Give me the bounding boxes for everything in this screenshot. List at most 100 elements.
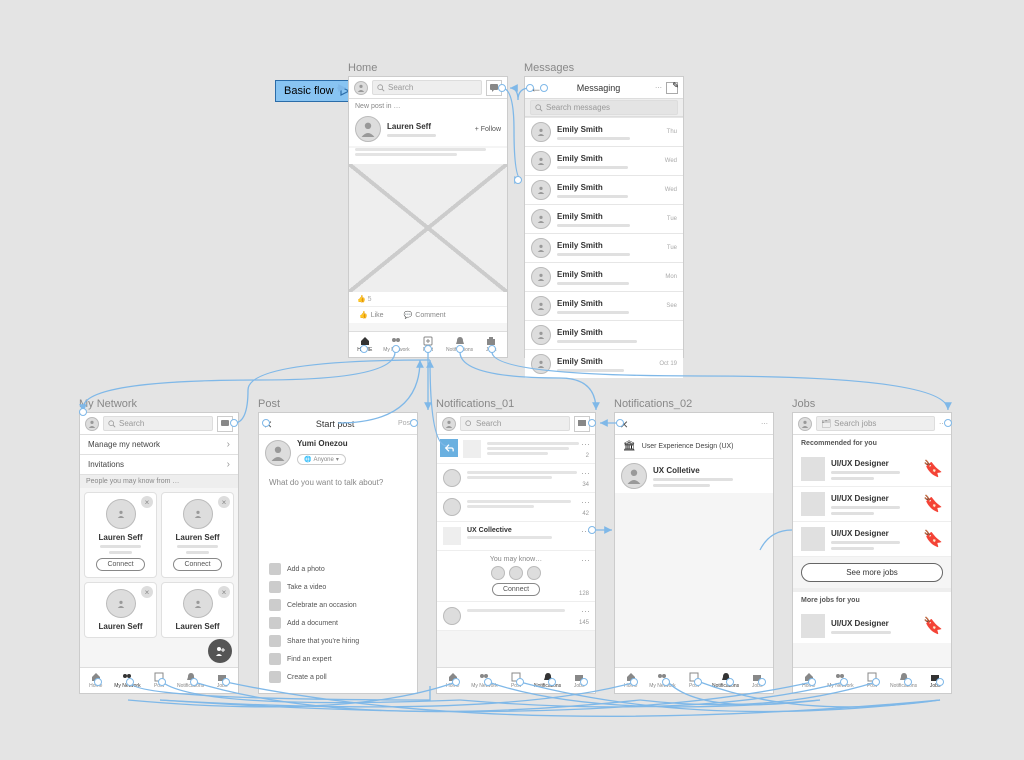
follow-button[interactable]: + Follow xyxy=(475,126,501,133)
job-row[interactable]: UI/UX Designer 🔖 xyxy=(793,609,951,643)
search-input[interactable]: Search xyxy=(372,80,482,95)
flow-node[interactable] xyxy=(588,526,596,534)
message-row[interactable]: Emily Smith xyxy=(525,320,683,349)
flow-node[interactable] xyxy=(262,419,270,427)
flow-node[interactable] xyxy=(944,419,952,427)
like-button[interactable]: 👍 Like xyxy=(359,311,384,319)
add-person-fab[interactable] xyxy=(208,639,232,663)
see-more-jobs-button[interactable]: See more jobs xyxy=(801,563,943,582)
message-row[interactable]: Emily SmithWed xyxy=(525,146,683,175)
flow-node[interactable] xyxy=(222,678,230,686)
person-card[interactable]: × Lauren Seff Connect xyxy=(161,492,234,578)
post-action-item[interactable]: Create a poll xyxy=(269,668,407,686)
flow-node[interactable] xyxy=(452,678,460,686)
flow-node[interactable] xyxy=(936,678,944,686)
search-input[interactable]: Search xyxy=(103,416,213,431)
back-highlight[interactable] xyxy=(440,439,458,457)
comment-button[interactable]: 💬 Comment xyxy=(404,311,446,319)
flow-node[interactable] xyxy=(392,345,400,353)
search-jobs-input[interactable]: 🗂 Search jobs xyxy=(816,416,935,431)
flow-node[interactable] xyxy=(904,678,912,686)
flow-node[interactable] xyxy=(360,345,368,353)
flow-node[interactable] xyxy=(726,678,734,686)
connect-button[interactable]: Connect xyxy=(492,583,540,596)
bookmark-icon[interactable]: 🔖 xyxy=(923,459,943,479)
flow-node[interactable] xyxy=(588,419,596,427)
post-action-item[interactable]: Celebrate an occasion xyxy=(269,596,407,614)
notification-row[interactable]: ⋯145 xyxy=(437,602,595,631)
person-card[interactable]: × Lauren Seff Connect xyxy=(84,492,157,578)
more-icon[interactable]: ⋯ xyxy=(761,420,768,428)
message-row[interactable]: Emily SmithWed xyxy=(525,175,683,204)
flow-node[interactable] xyxy=(808,678,816,686)
manage-network-row[interactable]: Manage my network› xyxy=(80,435,238,455)
flow-node[interactable] xyxy=(526,84,534,92)
message-row[interactable]: Emily SmithMon xyxy=(525,262,683,291)
compose-icon[interactable]: ✎ xyxy=(666,82,678,94)
flow-node[interactable] xyxy=(79,408,87,416)
flow-node[interactable] xyxy=(840,678,848,686)
flow-node[interactable] xyxy=(410,419,418,427)
source-row[interactable]: UX Colletive xyxy=(615,458,773,493)
dismiss-icon[interactable]: × xyxy=(141,496,153,508)
post-textarea[interactable]: What do you want to talk about? xyxy=(259,470,417,560)
post-action-item[interactable]: Find an expert xyxy=(269,650,407,668)
flow-node[interactable] xyxy=(94,678,102,686)
flow-node[interactable] xyxy=(548,678,556,686)
job-row[interactable]: UI/UX Designer 🔖 xyxy=(793,487,951,522)
dismiss-icon[interactable]: × xyxy=(218,586,230,598)
flow-node[interactable] xyxy=(230,419,238,427)
flow-node[interactable] xyxy=(424,345,432,353)
flow-node[interactable] xyxy=(498,84,506,92)
post-action-item[interactable]: Add a photo xyxy=(269,560,407,578)
person-card[interactable]: × Lauren Seff xyxy=(161,582,234,638)
message-row[interactable]: Emily SmithTue xyxy=(525,233,683,262)
message-row[interactable]: Emily SmithSee xyxy=(525,291,683,320)
notification-row[interactable]: UX Collective ⋯ xyxy=(437,522,595,551)
flow-node[interactable] xyxy=(580,678,588,686)
flow-node[interactable] xyxy=(126,678,134,686)
flow-node[interactable] xyxy=(616,419,624,427)
post-author-row[interactable]: Lauren Seff + Follow xyxy=(349,112,507,146)
job-row[interactable]: UI/UX Designer 🔖 xyxy=(793,452,951,487)
bookmark-icon[interactable]: 🔖 xyxy=(923,616,943,636)
message-row[interactable]: Emily SmithOct 19 xyxy=(525,349,683,378)
more-icon[interactable]: ⋯ xyxy=(655,84,662,92)
bookmark-icon[interactable]: 🔖 xyxy=(923,529,943,549)
flow-node[interactable] xyxy=(514,176,522,184)
avatar-icon[interactable] xyxy=(85,417,99,431)
flow-node[interactable] xyxy=(158,678,166,686)
person-card[interactable]: × Lauren Seff xyxy=(84,582,157,638)
notification-row[interactable]: ⋯42 xyxy=(437,493,595,522)
connect-button[interactable]: Connect xyxy=(173,558,221,571)
notification-row[interactable]: ⋯34 xyxy=(437,464,595,493)
flow-node[interactable] xyxy=(488,345,496,353)
post-action-item[interactable]: Share that you're hiring xyxy=(269,632,407,650)
flow-node[interactable] xyxy=(456,345,464,353)
dismiss-icon[interactable]: × xyxy=(218,496,230,508)
flow-node[interactable] xyxy=(190,678,198,686)
flow-node[interactable] xyxy=(630,678,638,686)
flow-node[interactable] xyxy=(484,678,492,686)
notification-row[interactable]: ⋯2 xyxy=(437,435,595,464)
invitations-row[interactable]: Invitations› xyxy=(80,455,238,475)
pymk-row[interactable]: You may know… Connect ⋯128 xyxy=(437,551,595,602)
message-row[interactable]: Emily SmithTue xyxy=(525,204,683,233)
dismiss-icon[interactable]: × xyxy=(141,586,153,598)
bookmark-icon[interactable]: 🔖 xyxy=(923,494,943,514)
post-action-item[interactable]: Take a video xyxy=(269,578,407,596)
message-row[interactable]: Emily SmithThu xyxy=(525,117,683,146)
job-row[interactable]: UI/UX Designer 🔖 xyxy=(793,522,951,557)
flow-node[interactable] xyxy=(662,678,670,686)
flow-node[interactable] xyxy=(516,678,524,686)
connect-button[interactable]: Connect xyxy=(96,558,144,571)
audience-selector[interactable]: 🌐 Anyone ▾ xyxy=(297,454,346,465)
flow-node[interactable] xyxy=(872,678,880,686)
message-search-input[interactable]: Search messages xyxy=(530,100,678,115)
post-action-item[interactable]: Add a document xyxy=(269,614,407,632)
flow-node[interactable] xyxy=(540,84,548,92)
avatar-icon[interactable] xyxy=(354,81,368,95)
flow-node[interactable] xyxy=(694,678,702,686)
flow-node[interactable] xyxy=(758,678,766,686)
search-input[interactable]: Search xyxy=(460,416,570,431)
